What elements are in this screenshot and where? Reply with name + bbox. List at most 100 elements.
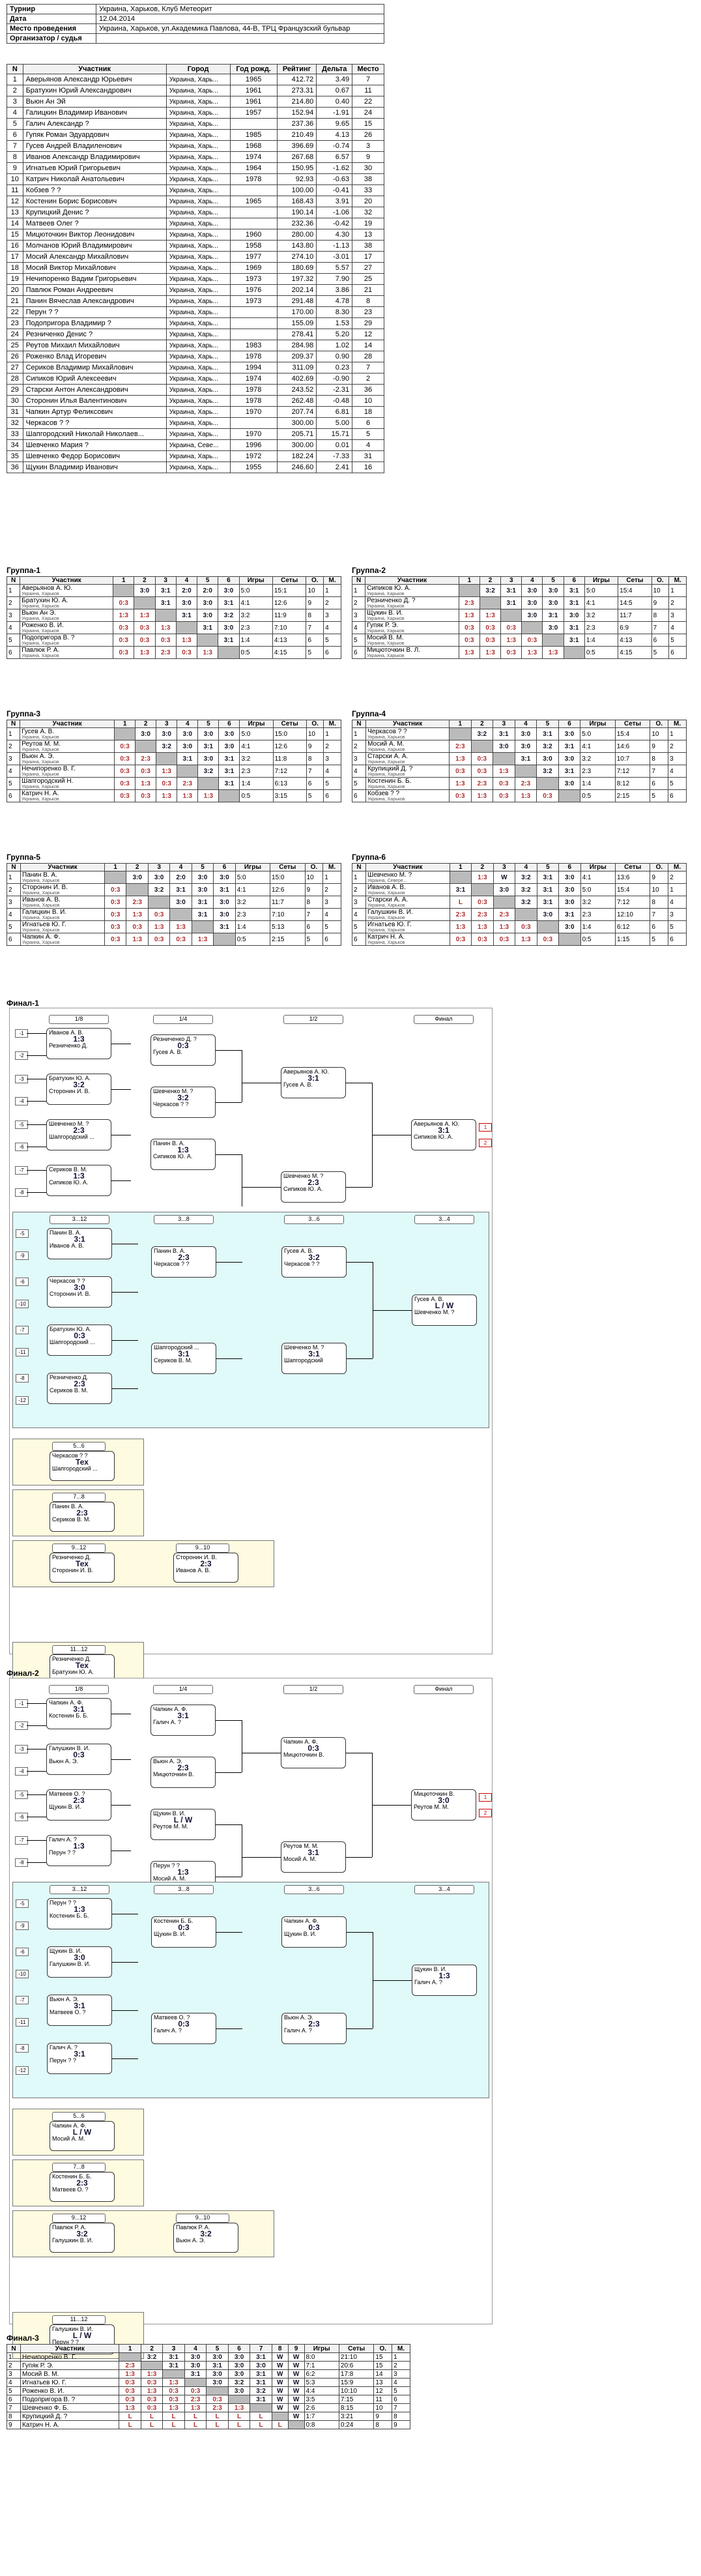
- final3-sets: 15:9: [338, 2378, 375, 2387]
- final3-title: Финал-3: [7, 2334, 39, 2343]
- player-cell: 7.90: [316, 273, 353, 285]
- player-row: 24 Резниченко Денис ? Украина, Харь... 278.…: [7, 329, 384, 340]
- player-cell: 12: [352, 329, 384, 340]
- player-city: Украина, Харьков: [367, 772, 405, 777]
- group-title: Группа-2: [352, 566, 386, 575]
- bracket-match: Аверьянов А. Ю. 3:1 Гусев А. В.: [281, 1067, 346, 1098]
- group-points: 7: [306, 765, 324, 778]
- match-score: 0:3: [308, 1923, 320, 1932]
- bracket-line: [242, 1187, 281, 1188]
- group-place: 4: [322, 908, 341, 921]
- consolation-match: Вьюн А. Э. 2:3 Галич А. ?: [281, 2013, 347, 2044]
- bracket-match: Щукин В. И. L / W Реутов М. М.: [150, 1809, 216, 1840]
- final3-score-cell: 3:1: [162, 2352, 185, 2362]
- bracket-line: [112, 1962, 138, 1963]
- group-cell-n: 6: [6, 789, 21, 802]
- group-score-cell: 2:3: [471, 908, 494, 921]
- group-header-cell: М.: [323, 576, 341, 585]
- group-table: N Участник 1 2 3 4 5 6 Игры Сеты О. М. 1 Черкасов ? ?…: [351, 720, 687, 802]
- group-cell-name: Мосий В. М. Украина, Харьков: [365, 634, 459, 647]
- player-cell: -1.62: [316, 162, 353, 174]
- group-place: 2: [323, 740, 341, 753]
- final-title: Финал-2: [7, 1669, 39, 1678]
- player-cell: 30: [7, 395, 23, 407]
- group-sets: 12:10: [614, 908, 651, 921]
- group-score-cell: 0:3: [449, 765, 472, 778]
- player-cell: 24: [7, 329, 23, 340]
- consolation-match: Гусев А. В. L / W Шевченко М. ?: [412, 1295, 477, 1326]
- group-header-row: N Участник 1 2 3 4 5 6 Игры Сеты О. М.: [6, 576, 341, 585]
- player-cell: Украина, Харь...: [165, 173, 231, 185]
- player-cell: 1: [7, 74, 23, 85]
- player-cell: Мосий Александр Михайлович: [22, 251, 167, 263]
- bracket-match: Матвеев О. ? 2:3 Щукин В. И.: [46, 1789, 111, 1821]
- player-cell: Украина, Харь...: [165, 96, 231, 108]
- player-cell: [229, 218, 278, 229]
- final3-games: 1:7: [304, 2412, 339, 2421]
- match-score: 2:3: [178, 1253, 190, 1262]
- group-points: 5: [306, 646, 324, 659]
- group-header-cell: 6: [558, 720, 581, 728]
- group-points: 10: [651, 584, 670, 597]
- group-place: 5: [668, 777, 687, 790]
- group-sets: 6:12: [614, 920, 651, 933]
- group-score-cell: 2:3: [449, 908, 472, 921]
- group-score-cell: 1:3: [169, 920, 192, 933]
- player-cell: 1985: [229, 129, 278, 141]
- info-row: Дата 12.04.2014: [7, 14, 384, 24]
- group-header-cell: Участник: [365, 720, 450, 728]
- player-cell: 1973: [229, 295, 278, 307]
- player-cell: 14: [7, 218, 23, 229]
- player-cell: 34: [7, 439, 23, 451]
- group-score-cell: 3:1: [177, 752, 199, 765]
- final3-score-cell: 3:1: [250, 2395, 272, 2404]
- group-score-cell: 3:0: [197, 727, 220, 740]
- group-place: 3: [323, 752, 341, 765]
- group-score-cell: [113, 584, 135, 597]
- final3-games: 5:3: [304, 2378, 339, 2387]
- group-title: Группа-6: [352, 853, 386, 862]
- group-header-cell: 5: [536, 720, 559, 728]
- player-cell: 1958: [229, 240, 278, 252]
- group-place: 3: [322, 896, 341, 909]
- player-city: Украина, Харьков: [21, 641, 59, 646]
- final3-score-cell: [271, 2412, 289, 2421]
- player-cell: 5: [352, 428, 384, 440]
- final3-score-cell: W: [287, 2412, 305, 2421]
- player-row: 11 Кобзев ? ? Украина, Харь... 100.00 -0.41 3…: [7, 184, 384, 196]
- final3-name: Мосий В. М.: [20, 2369, 120, 2378]
- final3-games: 4:4: [304, 2386, 339, 2395]
- player-cell: Украина, Харь...: [165, 140, 231, 152]
- match-score: 3:1: [74, 2049, 85, 2058]
- group-score-cell: 3:0: [134, 584, 156, 597]
- group-place: 4: [323, 621, 341, 634]
- group-score-cell: 0:3: [134, 621, 156, 634]
- final3-header-cell: 7: [250, 2344, 272, 2353]
- player-row: 21 Панин Вячеслав Александрович Украина, Х…: [7, 295, 384, 307]
- group-score-cell: [218, 646, 240, 659]
- group-points: 9: [650, 871, 669, 884]
- group-sets: 11:7: [618, 609, 652, 622]
- player-cell: -1.13: [316, 240, 353, 252]
- group-score-cell: 1:3: [449, 920, 472, 933]
- group-cell-n: 2: [351, 883, 367, 896]
- match-score: 2:3: [76, 1508, 88, 1517]
- player-row: 3 Вьюн Ан Эй Украина, Харь... 1961 214.80 0.4…: [7, 96, 384, 108]
- group-score-cell: 3:2: [515, 883, 537, 896]
- player-cell: 3: [7, 96, 23, 108]
- group-cell-n: 1: [351, 727, 367, 740]
- player-row: 36 Щукин Владимир Иванович Украина, Харь..…: [7, 461, 384, 473]
- group-score-cell: 3:0: [558, 752, 581, 765]
- player-row: 9 Игнатьев Юрий Григорьевич Украина, Харь.…: [7, 162, 384, 174]
- bracket-match: Вьюн А. Э. 2:3 Мицюточкин В.: [150, 1757, 216, 1788]
- bracket-match: Шевченко М. ? 2:3 Шапгородский ...: [46, 1119, 111, 1150]
- player-name: Кобзев ? ?: [367, 790, 400, 798]
- player-cell: 22: [7, 306, 23, 318]
- placement-header: 7...8: [52, 2163, 106, 2172]
- group-header-cell: 4: [514, 720, 537, 728]
- player-cell: 9.65: [316, 118, 353, 130]
- group-cell-name: Галушкин В. И. Украина, Харьков: [365, 908, 450, 921]
- group-score-cell: 1:3: [126, 933, 149, 946]
- player-row: 2 Братухин Юрий Александрович Украина, Хар…: [7, 85, 384, 96]
- player-city: Украина, Харьков: [22, 916, 60, 920]
